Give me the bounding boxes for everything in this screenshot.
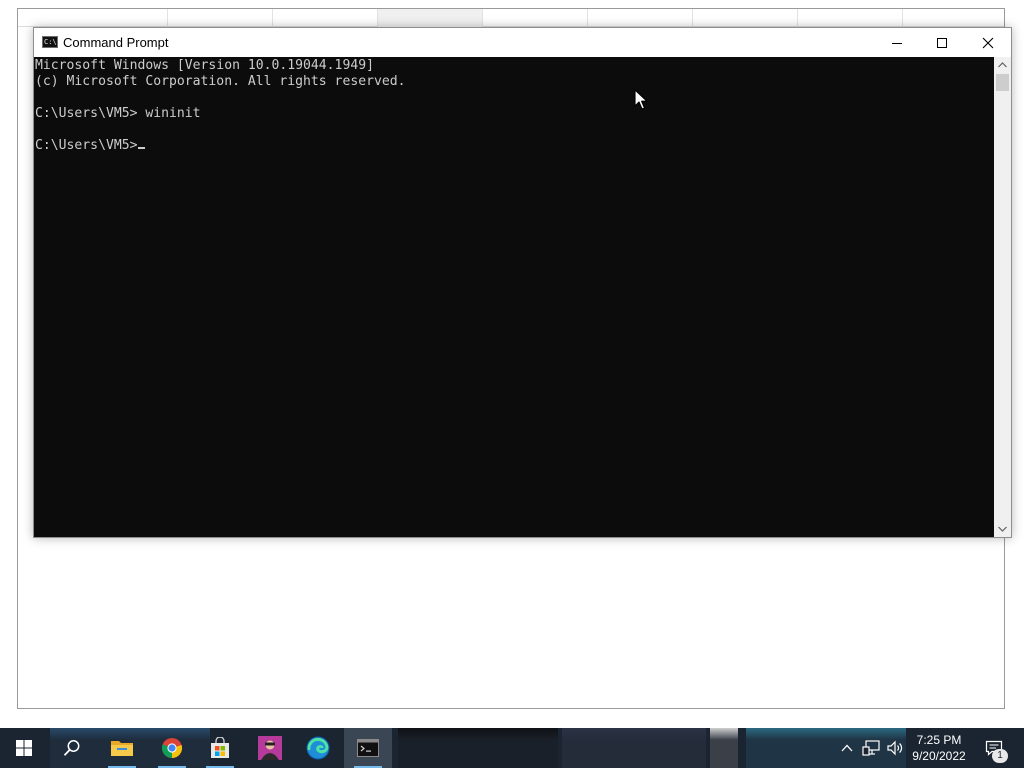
background-tab-strip [18,9,1004,27]
minimize-button[interactable] [874,28,920,57]
console-line: (c) Microsoft Corporation. All rights re… [35,74,406,89]
taskbar-chrome[interactable] [148,728,196,768]
background-tab[interactable] [168,9,273,27]
cmd-icon[interactable]: C:\ [42,36,58,48]
taskbar-backdrop [746,728,906,768]
folder-icon [111,741,133,756]
console-line: C:\Users\VM5> wininit [35,106,201,121]
console-output[interactable]: Microsoft Windows [Version 10.0.19044.19… [34,57,994,537]
search-icon [63,740,80,756]
console-line: Microsoft Windows [Version 10.0.19044.19… [35,58,374,73]
store-icon [211,737,229,758]
cmd-icon [357,739,379,757]
speaker-icon [887,740,903,756]
background-tab-active[interactable] [378,9,483,27]
taskbar-file-explorer[interactable] [98,728,146,768]
show-hidden-icons-button[interactable] [838,738,856,758]
game-app-icon [258,736,282,760]
command-prompt-window: C:\ Command Prompt Microsoft Windows [Ve… [33,27,1012,538]
clock-time: 7:25 PM [916,733,962,747]
background-tab[interactable] [483,9,588,27]
chevron-up-icon [841,744,853,752]
taskbar-game-app[interactable] [246,728,294,768]
network-icon [862,740,880,756]
minimize-icon [892,42,902,44]
scroll-thumb[interactable] [996,74,1009,91]
chrome-icon [161,738,183,759]
clock-date: 9/20/2022 [912,749,966,763]
clock[interactable]: 7:25 PM 9/20/2022 [906,731,972,765]
cmd-icon-glyph: C:\ [44,38,57,46]
vertical-scrollbar[interactable] [994,57,1011,537]
taskbar: 7:25 PM 9/20/2022 [0,728,1024,768]
background-tab[interactable] [588,9,693,27]
taskbar-command-prompt[interactable] [344,728,392,768]
taskbar-edge[interactable] [294,728,342,768]
background-tab[interactable] [18,9,168,27]
scroll-down-button[interactable] [994,521,1011,537]
close-button[interactable] [965,28,1011,57]
taskbar-backdrop [398,728,558,768]
taskbar-microsoft-store[interactable] [196,728,244,768]
background-tab[interactable] [273,9,378,27]
background-tab[interactable] [798,9,903,27]
title-bar[interactable]: C:\ Command Prompt [34,28,1011,57]
scroll-up-button[interactable] [994,57,1011,73]
background-tab[interactable] [693,9,798,27]
chevron-down-icon [998,526,1007,532]
maximize-icon [937,37,947,48]
edge-icon [306,736,330,760]
chevron-up-icon [998,62,1007,68]
volume-button[interactable] [884,738,906,758]
network-button[interactable] [860,738,882,758]
text-cursor [138,147,146,149]
windows-logo-icon [16,740,32,756]
start-button[interactable] [0,728,48,768]
search-button[interactable] [48,728,96,768]
notification-count-badge: 1 [992,749,1008,763]
taskbar-backdrop [562,728,706,768]
window-title: Command Prompt [63,35,169,50]
maximize-button[interactable] [919,28,965,57]
close-icon [982,37,994,48]
prompt-text: C:\Users\VM5> [35,138,138,153]
prompt-line[interactable]: C:\Users\VM5> [35,138,146,154]
taskbar-backdrop [710,728,738,768]
